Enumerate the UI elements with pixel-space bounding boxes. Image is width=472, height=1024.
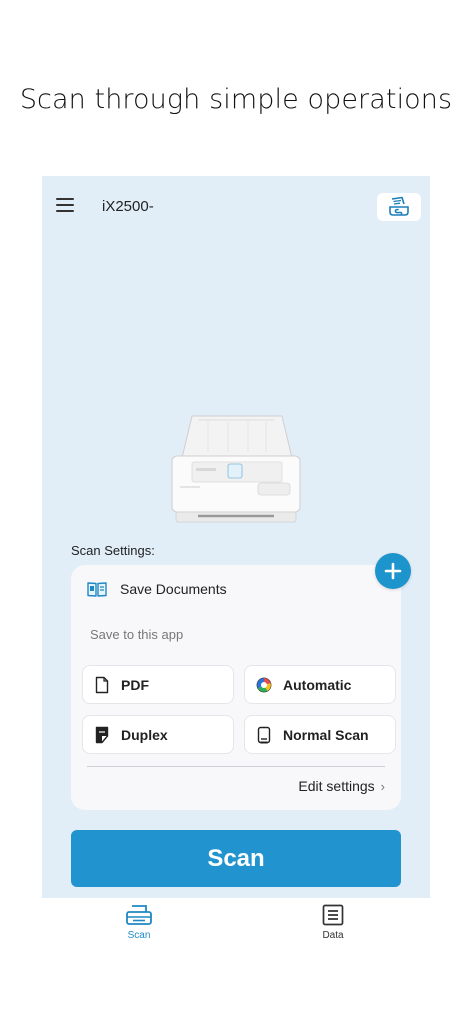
open-book-icon	[87, 582, 107, 597]
app-screen: iX2500- Scan Settings: Save Documents Sa…	[42, 176, 430, 898]
tab-bar: Scan Data	[0, 898, 472, 958]
document-icon	[94, 676, 110, 694]
chevron-right-icon: ›	[380, 778, 385, 794]
tab-data[interactable]: Data	[303, 904, 363, 941]
tab-scan[interactable]: Scan	[109, 904, 169, 941]
scan-settings-card: Save Documents Save to this app PDF Auto…	[71, 565, 401, 810]
scanner-icon	[389, 196, 409, 216]
color-mode-option[interactable]: Automatic	[244, 665, 396, 704]
plus-icon	[384, 562, 402, 580]
color-mode-label: Automatic	[283, 676, 352, 693]
color-wheel-icon	[256, 676, 272, 694]
add-profile-button[interactable]	[375, 553, 411, 589]
file-format-option[interactable]: PDF	[82, 665, 234, 704]
scan-button[interactable]: Scan	[71, 830, 401, 887]
save-destination: Save to this app	[90, 627, 184, 642]
sides-option[interactable]: Duplex	[82, 715, 234, 754]
duplex-page-icon	[94, 726, 110, 744]
scan-mode-label: Normal Scan	[283, 726, 369, 743]
tab-data-label: Data	[322, 930, 344, 941]
scanner-tab-icon	[126, 905, 152, 925]
tab-scan-label: Scan	[127, 930, 151, 941]
edit-settings-link[interactable]: Edit settings ›	[298, 778, 385, 794]
edit-settings-label: Edit settings	[298, 778, 375, 794]
hamburger-menu-icon[interactable]	[56, 198, 76, 214]
scan-settings-label: Scan Settings:	[71, 543, 155, 558]
profile-name: Save Documents	[120, 581, 227, 597]
scanner-device-image	[171, 415, 301, 523]
list-document-icon	[322, 904, 344, 926]
app-header: iX2500-	[42, 176, 430, 238]
scan-profile[interactable]: Save Documents	[87, 581, 227, 597]
normal-scan-icon	[256, 726, 272, 744]
scanner-connection-button[interactable]	[377, 193, 421, 221]
scan-mode-option[interactable]: Normal Scan	[244, 715, 396, 754]
sides-label: Duplex	[121, 726, 168, 743]
divider	[87, 766, 385, 767]
device-name: iX2500-	[102, 198, 154, 215]
file-format-label: PDF	[121, 676, 149, 693]
page-caption: Scan through simple operations	[19, 84, 453, 115]
